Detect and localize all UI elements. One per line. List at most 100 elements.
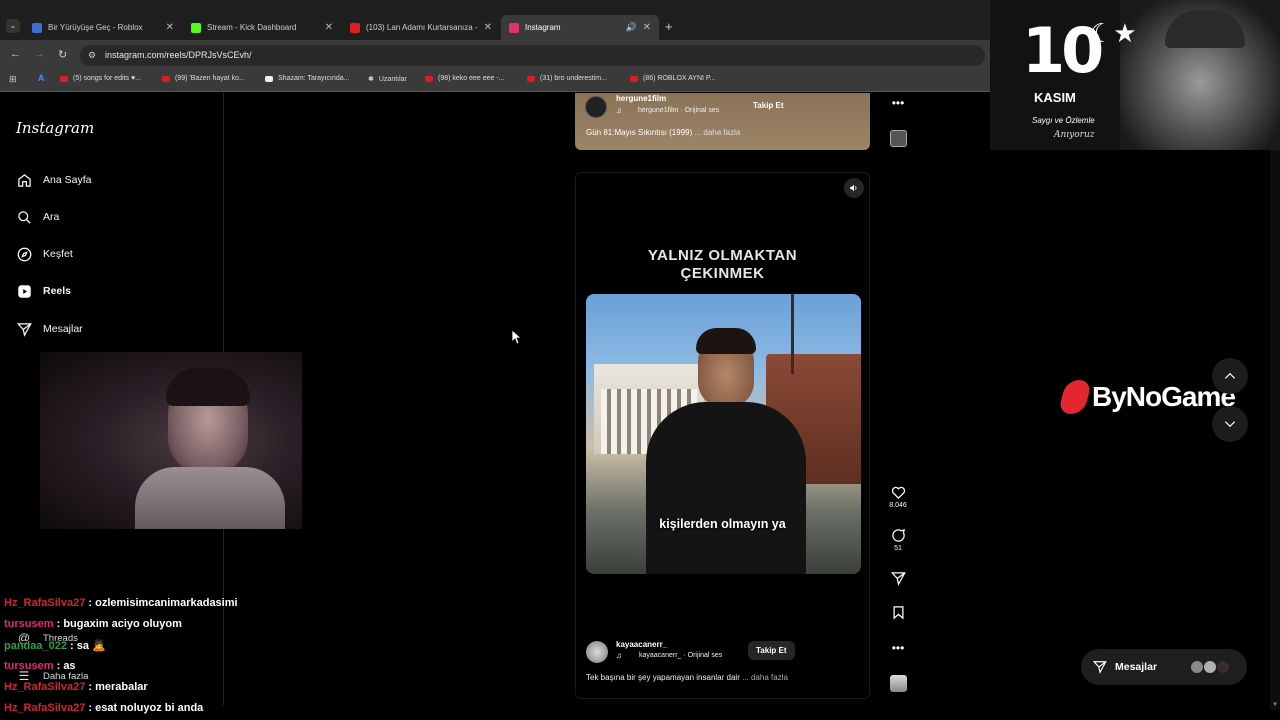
bookmark-item[interactable]: (98) keko eee eee -... bbox=[425, 75, 505, 82]
bookmark-item[interactable]: (86) ROBLOX AYNI P... bbox=[630, 75, 716, 82]
bookmark-item[interactable]: (31) bro underestim... bbox=[527, 75, 607, 82]
10-kasim-banner: 10 ☾★ KASIM Saygı ve Özlemle Anıyoruz bbox=[990, 0, 1280, 150]
sidebar-item-label: Mesajlar bbox=[43, 323, 83, 335]
youtube-icon bbox=[527, 75, 535, 82]
speaker-icon[interactable]: 🔊 bbox=[626, 22, 637, 33]
scroll-down-arrow-icon[interactable]: ▼ bbox=[1272, 702, 1278, 708]
comment-button[interactable]: 51 bbox=[883, 528, 913, 552]
chevron-down-icon bbox=[1224, 421, 1236, 428]
reel-current[interactable]: YALNIZ OLMAKTAN ÇEKINMEK kişilerden olma… bbox=[575, 172, 870, 699]
music-note-icon: ♫ bbox=[616, 651, 622, 660]
reel-audio[interactable]: kayaacanerr_ · Orijinal ses bbox=[639, 652, 722, 659]
reel-previous[interactable]: hergune1film ♫ hergune1film · Orijinal s… bbox=[575, 93, 870, 150]
mouse-cursor-icon bbox=[511, 329, 523, 349]
chat-message: Hz_RafaSilva27 : ozlemisimcanimarkadasim… bbox=[4, 597, 238, 609]
forward-icon[interactable]: → bbox=[34, 48, 45, 60]
avatar bbox=[1190, 660, 1204, 674]
person-shirt bbox=[646, 402, 806, 574]
previous-reel-button[interactable] bbox=[1212, 358, 1248, 394]
browser-tab-instagram[interactable]: Instagram 🔊 ✕ bbox=[501, 15, 659, 40]
puzzle-icon: ✱ bbox=[368, 76, 374, 83]
follow-button[interactable]: Takip Et bbox=[748, 641, 795, 660]
sidebar-item-home[interactable]: Ana Sayfa bbox=[16, 172, 91, 188]
chevron-up-icon bbox=[1224, 372, 1236, 379]
avatar[interactable] bbox=[585, 96, 607, 118]
reload-icon[interactable]: ↻ bbox=[58, 48, 67, 61]
bynogame-logo: ByNoGame bbox=[1057, 380, 1236, 414]
share-button[interactable] bbox=[883, 571, 913, 588]
messages-button[interactable]: Mesajlar bbox=[1081, 649, 1247, 685]
sidebar-item-messages[interactable]: Mesajlar bbox=[16, 321, 83, 337]
follow-button[interactable]: Takip Et bbox=[753, 101, 784, 110]
close-tab-icon[interactable]: ✕ bbox=[484, 22, 492, 33]
youtube-icon bbox=[60, 75, 68, 82]
music-note-icon: ♫ bbox=[616, 106, 622, 115]
streamer-shirt bbox=[135, 467, 285, 529]
avatar bbox=[1216, 660, 1230, 674]
more-options-icon[interactable]: ••• bbox=[883, 641, 913, 655]
more-link[interactable]: ... daha fazla bbox=[742, 673, 788, 682]
browser-tab-youtube[interactable]: (103) Lan Adamı Kurtarsanıza - ✕ bbox=[342, 15, 500, 40]
bookmark-item[interactable]: Shazam: Tarayıcında... bbox=[265, 75, 349, 82]
close-tab-icon[interactable]: ✕ bbox=[325, 22, 333, 33]
send-icon bbox=[16, 321, 32, 337]
comment-count: 51 bbox=[894, 545, 902, 552]
avatar bbox=[1203, 660, 1217, 674]
bookmark-item[interactable]: ✱ Uzantılar bbox=[368, 75, 407, 84]
bynogame-mark-icon bbox=[1057, 380, 1093, 414]
home-icon bbox=[16, 172, 32, 188]
tab-title: Bir Yürüyüşe Geç - Roblox bbox=[48, 23, 143, 32]
streamer-hair bbox=[166, 368, 250, 406]
reel-audio[interactable]: hergune1film · Orijinal ses bbox=[638, 107, 719, 114]
browser-tab-kick[interactable]: Stream - Kick Dashboard ✕ bbox=[183, 15, 341, 40]
person-hair bbox=[696, 328, 756, 354]
kasim-word: KASIM bbox=[1034, 90, 1076, 105]
reel-caption: Gün 81:Mayıs Sıkıntısı (1999) ... daha f… bbox=[586, 128, 741, 137]
audio-thumbnail[interactable] bbox=[883, 130, 913, 147]
sidebar-item-label: Daha fazla bbox=[43, 670, 89, 682]
save-button[interactable] bbox=[883, 605, 913, 622]
more-link[interactable]: ... daha fazla bbox=[695, 128, 741, 137]
reel-username[interactable]: hergune1film bbox=[616, 94, 666, 103]
instagram-logo[interactable]: Instagram bbox=[16, 119, 94, 137]
back-icon[interactable]: ← bbox=[10, 48, 21, 60]
shazam-icon bbox=[265, 75, 273, 82]
more-options-icon[interactable]: ••• bbox=[883, 96, 913, 110]
sidebar-item-reels[interactable]: Reels bbox=[16, 283, 71, 299]
sidebar-item-label: Ara bbox=[43, 211, 60, 223]
tab-title: Stream - Kick Dashboard bbox=[207, 23, 297, 32]
apps-grid-icon[interactable]: ⊞ bbox=[9, 74, 17, 85]
youtube-favicon-icon bbox=[350, 22, 360, 33]
translate-icon[interactable]: A bbox=[38, 73, 45, 83]
reel-video[interactable] bbox=[586, 294, 861, 574]
chat-message: tursusem : as bbox=[4, 660, 76, 672]
sidebar-item-search[interactable]: Ara bbox=[16, 209, 59, 225]
bookmark-item[interactable]: (5) songs for edits ♥... bbox=[60, 75, 141, 82]
sidebar-item-explore[interactable]: Keşfet bbox=[16, 246, 73, 262]
tab-list-button[interactable]: ⌄ bbox=[6, 19, 20, 33]
reel-username[interactable]: kayaacanerr_ bbox=[616, 640, 667, 649]
chat-message: tursusem : bugaxim aciyo oluyom bbox=[4, 618, 182, 630]
like-button[interactable]: 8.046 bbox=[883, 485, 913, 509]
reel-subtitle: kişilerden olmayın ya bbox=[659, 517, 786, 531]
reels-icon bbox=[16, 283, 32, 299]
youtube-icon bbox=[162, 75, 170, 82]
kasim-sign: Anıyoruz bbox=[1054, 130, 1095, 140]
audio-thumbnail[interactable] bbox=[883, 675, 913, 692]
webcam-overlay bbox=[40, 352, 302, 529]
close-tab-icon[interactable]: ✕ bbox=[166, 22, 174, 33]
sidebar-item-label: Keşfet bbox=[43, 248, 73, 260]
mute-button[interactable] bbox=[844, 178, 864, 198]
avatar[interactable] bbox=[586, 641, 608, 663]
browser-tab-roblox[interactable]: Bir Yürüyüşe Geç - Roblox ✕ bbox=[24, 15, 182, 40]
page-scrollbar[interactable]: ▼ bbox=[1270, 150, 1280, 710]
youtube-icon bbox=[630, 75, 638, 82]
site-info-icon[interactable]: ⚙ bbox=[88, 50, 96, 61]
like-count: 8.046 bbox=[889, 502, 907, 509]
heart-icon bbox=[891, 486, 905, 500]
bookmark-item[interactable]: (99) 'Bazen hayat ko... bbox=[162, 75, 245, 82]
close-tab-icon[interactable]: ✕ bbox=[643, 22, 651, 33]
next-reel-button[interactable] bbox=[1212, 406, 1248, 442]
chat-message: Hz_RafaSilva27 : merabalar bbox=[4, 681, 148, 693]
new-tab-button[interactable]: + bbox=[665, 19, 673, 34]
